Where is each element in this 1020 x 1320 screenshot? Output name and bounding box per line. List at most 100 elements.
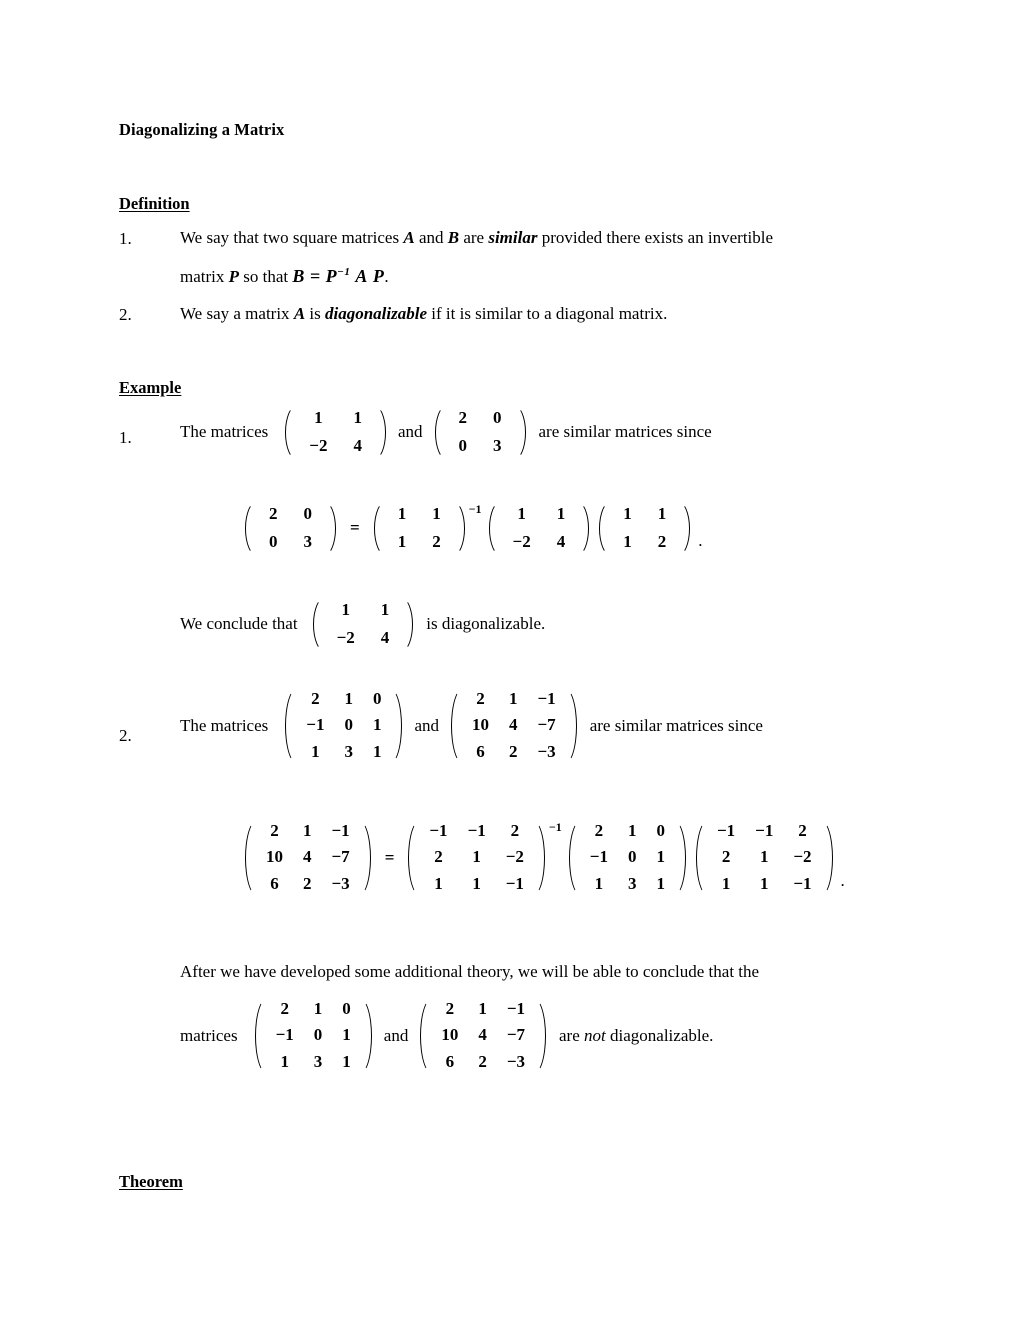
matrix-cell: 2 bbox=[509, 741, 518, 761]
right-paren bbox=[325, 500, 338, 557]
left-paren bbox=[243, 500, 256, 557]
matrix-A-example-1: 1 1 −2 4 bbox=[283, 404, 388, 461]
matrix-row: 1 3 1 bbox=[580, 871, 675, 897]
text-fragment: are bbox=[459, 228, 489, 247]
left-paren bbox=[567, 818, 580, 897]
left-paren bbox=[243, 818, 256, 897]
conjunction-and: and bbox=[397, 422, 423, 442]
matrix-row: 6 2 −3 bbox=[431, 1049, 535, 1075]
matrix-row: −1 0 1 bbox=[266, 1022, 361, 1048]
closing-tail: are not diagonalizable. bbox=[559, 1026, 713, 1046]
formula-B: B bbox=[292, 266, 305, 286]
matrix-row: 2 1 −1 bbox=[462, 686, 566, 712]
closing-paragraph: After we have developed some additional … bbox=[180, 962, 760, 981]
example-item-1-number: 1. bbox=[119, 428, 132, 447]
right-paren bbox=[535, 996, 548, 1075]
formula-period: . bbox=[384, 267, 389, 286]
equation-lhs-matrix: 2 0 0 3 bbox=[243, 500, 338, 557]
label-are-similar-since: are similar matrices since bbox=[538, 422, 712, 442]
matrix-cell: 0 bbox=[627, 847, 637, 867]
text-fragment: if it is similar to a diagonal matrix. bbox=[427, 304, 668, 323]
matrix-cell: −1 bbox=[467, 821, 486, 840]
matrix-cell: 1 bbox=[627, 821, 637, 840]
heading-definition: Definition bbox=[119, 194, 190, 213]
matrix-cell: 3 bbox=[344, 741, 353, 761]
matrix-row: −1 0 1 bbox=[296, 712, 391, 738]
matrix-row: 2 1 0 bbox=[266, 996, 361, 1022]
matrix-cell: 1 bbox=[509, 689, 518, 708]
example-item-2-number: 2. bbox=[119, 726, 132, 745]
matrix-cell: 0 bbox=[313, 1025, 323, 1045]
matrix-cell: 2 bbox=[303, 873, 312, 893]
right-paren bbox=[822, 818, 835, 897]
definition-item-1-number: 1. bbox=[119, 229, 132, 248]
equation-p-inverse-matrix: 1 1 1 2 bbox=[372, 500, 467, 557]
right-paren bbox=[402, 596, 415, 653]
emphasis-similar: similar bbox=[488, 228, 538, 247]
text-fragment: and bbox=[414, 228, 448, 247]
right-paren bbox=[361, 996, 374, 1075]
matrix-body: 2 1 0 −1 0 1 1 3 1 bbox=[580, 818, 675, 897]
closing-matrix-A: 2 1 0 −1 0 1 1 3 1 bbox=[253, 996, 374, 1075]
label-matrices: matrices bbox=[180, 1025, 238, 1045]
matrix-row: 6 2 −3 bbox=[462, 739, 566, 765]
right-paren bbox=[391, 686, 404, 765]
label-are-similar-since: are similar matrices since bbox=[589, 715, 763, 735]
left-paren bbox=[283, 686, 296, 765]
matrix-cell: 1 bbox=[478, 999, 487, 1018]
left-paren bbox=[597, 500, 610, 557]
equation-lhs-matrix: 2 1 −1 10 4 −7 6 2 −3 bbox=[243, 818, 373, 897]
matrix-row: 10 4 −7 bbox=[462, 712, 566, 738]
example-1-conclusion: We conclude that 1 1 −2 4 is diagonaliza… bbox=[180, 596, 545, 653]
matrix-row: −1 0 1 bbox=[580, 844, 675, 870]
matrix-cell: 1 bbox=[472, 847, 481, 867]
equation-a-matrix: 1 1 −2 4 bbox=[487, 500, 592, 557]
definition-item-1-line1: We say that two square matrices A and B … bbox=[180, 229, 773, 246]
formula-equals: = bbox=[309, 266, 321, 286]
right-paren bbox=[578, 500, 591, 557]
example-1-statement: The matrices 1 1 −2 4 and 2 0 0 3 are si… bbox=[180, 404, 712, 461]
matrix-row: 1 1 −1 bbox=[707, 871, 822, 897]
matrix-row: 2 1 −1 bbox=[431, 996, 535, 1022]
example-2-equation: 2 1 −1 10 4 −7 6 2 −3 = −1 −1 2 2 1 −2 1… bbox=[240, 818, 845, 897]
emphasis-diagonalizable: diagonalizable bbox=[325, 304, 428, 323]
matrix-cell: 3 bbox=[313, 1051, 323, 1071]
left-paren bbox=[487, 500, 500, 557]
matrix-body: 2 1 0 −1 0 1 1 3 1 bbox=[266, 996, 361, 1075]
equation-p-matrix: 1 1 1 2 bbox=[597, 500, 692, 557]
conjunction-and: and bbox=[383, 1025, 409, 1045]
heading-theorem: Theorem bbox=[119, 1172, 183, 1191]
matrix-body: −1 −1 2 2 1 −2 1 1 −1 bbox=[707, 818, 822, 897]
left-paren bbox=[449, 686, 462, 765]
matrix-row: 10 4 −7 bbox=[431, 1022, 535, 1048]
right-paren bbox=[515, 404, 528, 461]
equation-p-matrix: −1 −1 2 2 1 −2 1 1 −1 bbox=[694, 818, 835, 897]
left-paren bbox=[283, 404, 296, 461]
text-fragment: are bbox=[559, 1025, 585, 1045]
inverse-exponent: −1 bbox=[548, 820, 562, 834]
matrix-row: 10 4 −7 bbox=[256, 844, 360, 870]
left-paren bbox=[372, 500, 385, 557]
left-paren bbox=[253, 996, 266, 1075]
math-var-B: B bbox=[447, 228, 460, 247]
conclusion-matrix: 1 1 −2 4 bbox=[311, 596, 416, 653]
matrix-cell: 1 bbox=[760, 847, 769, 867]
equation-p-inverse-matrix: −1 −1 2 2 1 −2 1 1 −1 bbox=[406, 818, 547, 897]
matrix-cell: 1 bbox=[472, 873, 481, 893]
right-paren bbox=[675, 818, 688, 897]
label-we-conclude-that: We conclude that bbox=[180, 614, 298, 634]
text-fragment: so that bbox=[239, 267, 293, 286]
label-is-diagonalizable: is diagonalizable. bbox=[426, 614, 546, 634]
matrix-body: 2 1 −1 10 4 −7 6 2 −3 bbox=[431, 996, 535, 1075]
left-paren bbox=[418, 996, 431, 1075]
matrix-B-example-2: 2 1 −1 10 4 −7 6 2 −3 bbox=[449, 686, 579, 765]
right-paren bbox=[534, 818, 547, 897]
formula-similarity: B = P−1 A P bbox=[292, 266, 384, 286]
inverse-exponent: −1 bbox=[468, 502, 482, 516]
formula-A: A bbox=[355, 266, 368, 286]
conjunction-and: and bbox=[414, 715, 439, 735]
formula-exponent: −1 bbox=[337, 266, 351, 278]
label-the-matrices: The matrices bbox=[180, 715, 269, 735]
text-fragment: provided there exists an invertible bbox=[537, 228, 774, 247]
left-paren bbox=[311, 596, 324, 653]
